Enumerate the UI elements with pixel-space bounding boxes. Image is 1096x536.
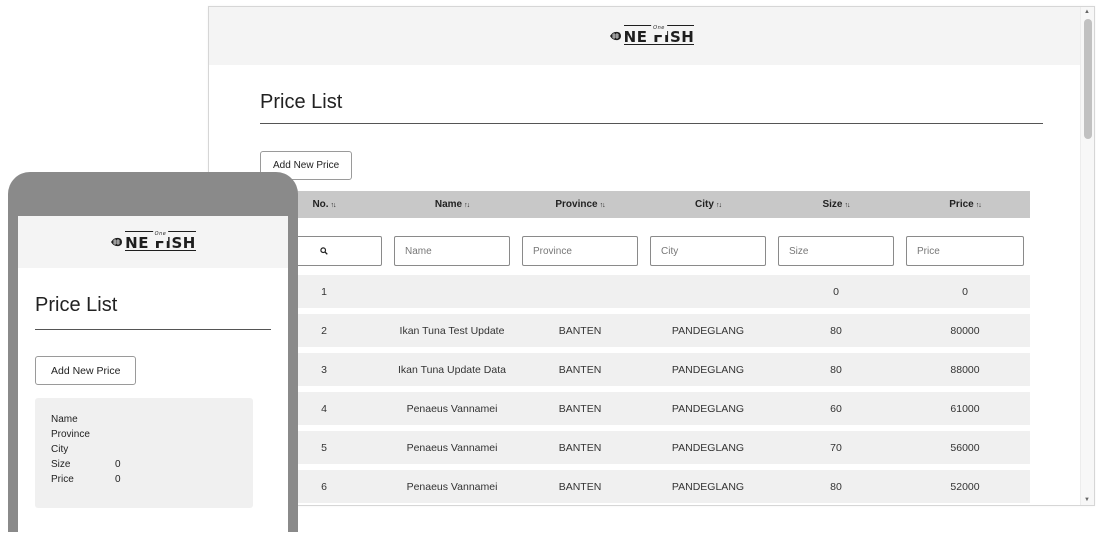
cell-city: PANDEGLANG — [671, 363, 745, 376]
card-size-label: Size — [51, 459, 71, 470]
mobile-title-divider — [35, 329, 271, 330]
brand-text: One NE FISH — [125, 227, 196, 251]
card-province-label: Province — [51, 429, 90, 440]
filter-province-input[interactable] — [522, 236, 638, 266]
cell-city: PANDEGLANG — [671, 402, 745, 415]
cell-price: 0 — [962, 285, 968, 298]
card-name-label: Name — [51, 414, 78, 425]
fish-logo-icon — [111, 237, 123, 247]
sort-icon: ↑↓ — [975, 202, 982, 209]
brand-text: One NE FISH — [623, 21, 695, 45]
desktop-window: One NE FISH Price List Add New Price No.… — [208, 6, 1095, 506]
cell-city: PANDEGLANG — [671, 441, 745, 454]
column-header-price[interactable]: Price ↑↓ — [900, 199, 1030, 210]
cell-price: 56000 — [950, 441, 980, 454]
cell-name: Penaeus Vannamei — [406, 402, 498, 415]
filter-price-input[interactable] — [906, 236, 1024, 266]
mobile-site-header: One NE FISH — [18, 216, 288, 268]
brand-top-text: One — [651, 21, 667, 35]
sort-icon: ↑↓ — [330, 202, 337, 209]
cell-size: 60 — [830, 402, 842, 415]
filter-name-input[interactable] — [394, 236, 510, 266]
cell-province: BANTEN — [558, 363, 602, 376]
table-row[interactable]: 2 Ikan Tuna Test Update BANTEN PANDEGLAN… — [260, 314, 1030, 347]
column-header-city[interactable]: City ↑↓ — [644, 199, 772, 210]
fish-logo-icon — [609, 31, 621, 41]
price-table: No. ↑↓ Name ↑↓ Province ↑↓ City ↑↓ Size ↑↓ Pr… — [260, 191, 1030, 503]
cell-size: 0 — [833, 285, 839, 298]
filter-city-input[interactable] — [650, 236, 766, 266]
cell-name: Penaeus Vannamei — [406, 441, 498, 454]
cell-name: Ikan Tuna Test Update — [399, 324, 505, 337]
table-body: 1 0 0 2 Ikan Tuna Test Update BANTEN PAN… — [260, 275, 1030, 503]
sort-icon: ↑↓ — [464, 202, 470, 209]
search-icon — [320, 247, 328, 255]
card-city-label: City — [51, 444, 69, 455]
site-header: One NE FISH — [209, 7, 1094, 65]
mobile-screen: One NE FISH Price List Add New Price Nam… — [18, 216, 288, 536]
cell-province: BANTEN — [558, 480, 602, 493]
column-header-province[interactable]: Province ↑↓ — [516, 199, 644, 210]
sort-icon: ↑↓ — [715, 202, 722, 209]
sort-icon: ↑↓ — [599, 202, 606, 209]
table-header: No. ↑↓ Name ↑↓ Province ↑↓ City ↑↓ Size ↑↓ Pr… — [260, 191, 1030, 218]
filter-row — [260, 236, 1030, 266]
cell-price: 80000 — [950, 324, 980, 337]
table-row[interactable]: 4 Penaeus Vannamei BANTEN PANDEGLANG 60 … — [260, 392, 1030, 425]
scroll-down-icon[interactable]: ▼ — [1084, 497, 1090, 503]
mobile-page-title: Price List — [35, 294, 118, 316]
cell-size: 80 — [830, 480, 842, 493]
table-row[interactable]: 5 Penaeus Vannamei BANTEN PANDEGLANG 70 … — [260, 431, 1030, 464]
cell-city: PANDEGLANG — [671, 324, 745, 337]
phone-frame: One NE FISH Price List Add New Price Nam… — [8, 172, 298, 536]
vertical-scrollbar[interactable]: ▲ ▼ — [1080, 7, 1094, 505]
filter-size-input[interactable] — [778, 236, 894, 266]
mobile-brand-logo[interactable]: One NE FISH — [110, 227, 196, 251]
brand-logo[interactable]: One NE FISH — [609, 21, 695, 45]
card-price-label: Price — [51, 474, 74, 485]
cell-city: PANDEGLANG — [671, 480, 745, 493]
cell-name: Penaeus Vannamei — [406, 480, 498, 493]
mobile-page-content: Price List Add New Price Name Province C… — [18, 294, 288, 508]
card-size-value: 0 — [115, 459, 121, 470]
table-row[interactable]: 3 Ikan Tuna Update Data BANTEN PANDEGLAN… — [260, 353, 1030, 386]
mobile-add-new-price-button[interactable]: Add New Price — [35, 356, 137, 385]
brand-top-text: One — [152, 227, 169, 241]
cell-province: BANTEN — [558, 324, 602, 337]
cell-province: BANTEN — [558, 402, 602, 415]
cell-size: 70 — [830, 441, 842, 454]
table-row[interactable]: 6 Penaeus Vannamei BANTEN PANDEGLANG 80 … — [260, 470, 1030, 503]
scroll-thumb[interactable] — [1084, 19, 1092, 139]
cell-price: 52000 — [950, 480, 980, 493]
cell-province: BANTEN — [558, 441, 602, 454]
title-divider — [260, 123, 1043, 124]
mobile-price-card[interactable]: Name Province City Size 0 Price 0 — [35, 398, 253, 508]
cell-name: Ikan Tuna Update Data — [398, 363, 506, 376]
page-content: Price List Add New Price No. ↑↓ Name ↑↓ Pr… — [209, 91, 1094, 503]
column-header-size[interactable]: Size ↑↓ — [772, 199, 900, 210]
column-header-name[interactable]: Name ↑↓ — [388, 199, 516, 210]
cell-price: 61000 — [950, 402, 980, 415]
cell-price: 88000 — [950, 363, 980, 376]
cell-size: 80 — [830, 324, 842, 337]
table-row[interactable]: 1 0 0 — [260, 275, 1030, 308]
page-title: Price List — [260, 91, 343, 113]
scroll-up-icon[interactable]: ▲ — [1084, 9, 1090, 15]
card-price-value: 0 — [115, 474, 121, 485]
sort-icon: ↑↓ — [844, 202, 851, 209]
cell-size: 80 — [830, 363, 842, 376]
